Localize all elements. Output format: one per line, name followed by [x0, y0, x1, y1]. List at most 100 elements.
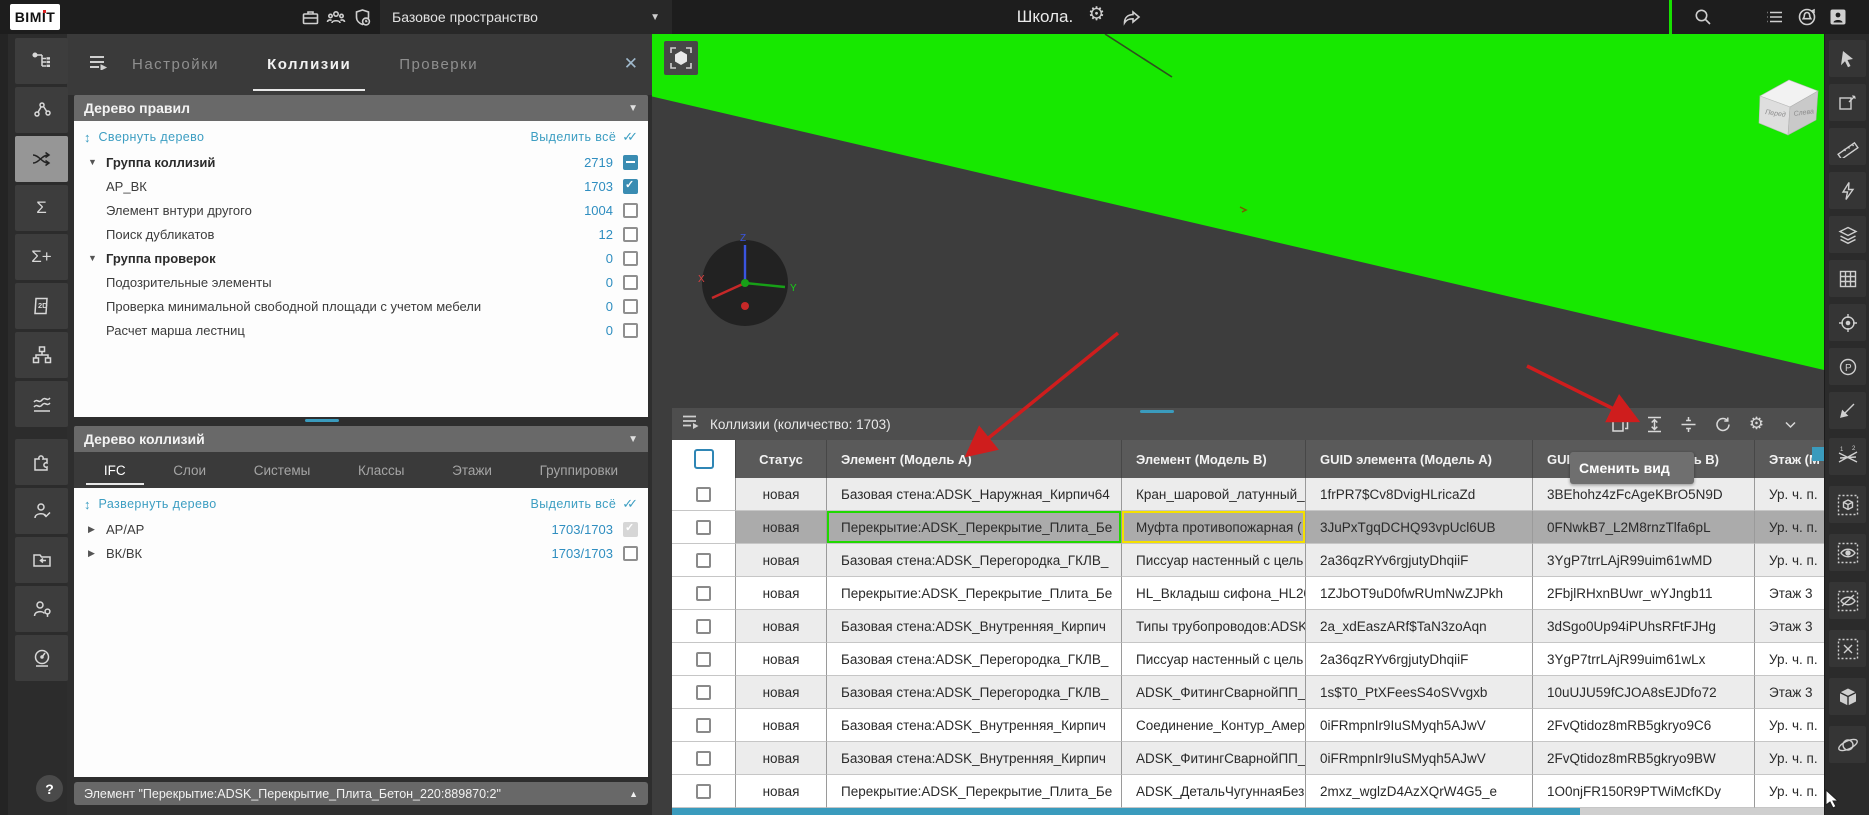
checkbox-indeterminate[interactable]: [623, 155, 638, 170]
refresh-icon[interactable]: [1713, 415, 1732, 434]
table-row[interactable]: новая Базовая стена:ADSK_Перегородка_ГКЛ…: [672, 676, 1824, 709]
tab-settings[interactable]: Настройки: [132, 34, 219, 95]
orbit-icon[interactable]: [1829, 726, 1866, 763]
checkbox-unchecked[interactable]: [623, 275, 638, 290]
rule-tree-item[interactable]: Элемент внтури другого 1004: [74, 198, 648, 222]
table-row[interactable]: новая Базовая стена:ADSK_Перегородка_ГКЛ…: [672, 544, 1824, 577]
table-scroll-chip[interactable]: [1812, 447, 1824, 461]
person-check-icon[interactable]: [15, 488, 68, 534]
split-rows-icon[interactable]: [1679, 415, 1698, 434]
tab-checks[interactable]: Проверки: [399, 34, 478, 95]
select-tool-icon[interactable]: [1829, 40, 1866, 77]
selected-element-bar[interactable]: Элемент "Перекрытие:ADSK_Перекрытие_Плит…: [74, 782, 648, 805]
2d-doc-icon[interactable]: 2D: [15, 283, 68, 329]
column-header-guid-a[interactable]: GUID элемента (Модель A): [1306, 440, 1533, 478]
checkbox-unchecked[interactable]: [696, 718, 711, 733]
collision-tree-header[interactable]: Дерево коллизий ▼: [74, 426, 648, 452]
checkbox-unchecked[interactable]: [696, 619, 711, 634]
sum-plus-icon[interactable]: Σ+: [15, 234, 68, 280]
checkbox-unchecked[interactable]: [623, 299, 638, 314]
team-icon[interactable]: [326, 7, 346, 27]
table-row[interactable]: новая Базовая стена:ADSK_Внутренняя_Кирп…: [672, 742, 1824, 775]
app-logo[interactable]: BIMIT: [10, 4, 60, 30]
clear-selection-icon[interactable]: [1829, 630, 1866, 667]
close-icon[interactable]: ✕: [624, 54, 638, 74]
person-location-icon[interactable]: [15, 586, 68, 632]
collapse-panel-chevron-icon[interactable]: [1781, 415, 1800, 434]
rules-tree-header[interactable]: Дерево правил ▼: [74, 95, 648, 121]
checkbox-checked[interactable]: [623, 179, 638, 194]
table-row[interactable]: новая Перекрытие:ADSK_Перекрытие_Плита_Б…: [672, 775, 1824, 808]
project-settings-gear-icon[interactable]: ⚙: [1088, 3, 1105, 26]
caret-down-icon[interactable]: ▼: [88, 253, 102, 263]
layers-icon[interactable]: [1829, 216, 1866, 253]
checkbox-unchecked[interactable]: [623, 251, 638, 266]
checkbox-unchecked[interactable]: [623, 227, 638, 242]
checkbox-unchecked[interactable]: [696, 586, 711, 601]
settings-gear-icon[interactable]: ⚙: [1747, 415, 1766, 434]
checkbox-unchecked[interactable]: [696, 751, 711, 766]
tab-systems[interactable]: Системы: [254, 463, 311, 478]
table-row-selected[interactable]: новая Перекрытие:ADSK_Перекрытие_Плита_Б…: [672, 511, 1824, 544]
fit-height-icon[interactable]: [1645, 415, 1664, 434]
rule-tree-item[interactable]: Расчет марша лестниц 0: [74, 318, 648, 342]
checkbox-checked-gray[interactable]: [623, 522, 638, 537]
collision-tree-item[interactable]: ▶ ВК/ВК 1703/1703: [74, 541, 648, 565]
sum-icon[interactable]: Σ: [15, 185, 68, 231]
select-all-link[interactable]: Выделить всё: [531, 130, 617, 144]
tab-ifc[interactable]: IFC: [104, 463, 126, 478]
tab-layers[interactable]: Слои: [173, 463, 206, 478]
horizontal-scrollbar[interactable]: [672, 808, 1824, 815]
caret-right-icon[interactable]: ▶: [88, 548, 102, 559]
table-row[interactable]: новая Базовая стена:ADSK_Внутренняя_Кирп…: [672, 610, 1824, 643]
grid-icon[interactable]: [1829, 260, 1866, 297]
rule-tree-item[interactable]: ▼ Группа проверок 0: [74, 246, 648, 270]
checkbox-unchecked[interactable]: [694, 449, 714, 469]
gauge-icon[interactable]: [15, 635, 68, 681]
checkbox-unchecked[interactable]: [696, 553, 711, 568]
scrollbar-thumb[interactable]: [672, 808, 1580, 815]
charts-icon[interactable]: [15, 381, 68, 427]
table-row[interactable]: новая Перекрытие:ADSK_Перекрытие_Плита_Б…: [672, 577, 1824, 610]
checkbox-unchecked[interactable]: [623, 323, 638, 338]
table-row[interactable]: новая Базовая стена:ADSK_Перегородка_ГКЛ…: [672, 643, 1824, 676]
collision-pair-icon[interactable]: 12: [1829, 438, 1866, 475]
column-header-status[interactable]: Статус: [736, 440, 827, 478]
table-row[interactable]: новая Базовая стена:ADSK_Внутренняя_Кирп…: [672, 709, 1824, 742]
collapse-tree-link[interactable]: Свернуть дерево: [99, 130, 205, 144]
structure-tree-icon[interactable]: [15, 38, 68, 84]
solid-cube-icon[interactable]: [1829, 678, 1866, 715]
focus-selection-button[interactable]: [664, 41, 698, 75]
column-header-element-b[interactable]: Элемент (Модель B): [1122, 440, 1306, 478]
rule-tree-item[interactable]: Проверка минимальной свободной площади с…: [74, 294, 648, 318]
checkbox-unchecked[interactable]: [623, 203, 638, 218]
checkbox-unchecked[interactable]: [696, 487, 711, 502]
column-header-element-a[interactable]: Элемент (Модель A): [827, 440, 1122, 478]
rule-tree-item[interactable]: Подозрительные элементы 0: [74, 270, 648, 294]
checkbox-unchecked[interactable]: [696, 784, 711, 799]
plugins-puzzle-icon[interactable]: [15, 439, 68, 485]
node-link-icon[interactable]: [15, 87, 68, 133]
plan-icon[interactable]: P: [1829, 348, 1866, 385]
collision-tree-item[interactable]: ▶ АР/АР 1703/1703: [74, 517, 648, 541]
briefcase-icon[interactable]: [300, 7, 320, 27]
hierarchy-icon[interactable]: [15, 332, 68, 378]
section-lightning-icon[interactable]: [1829, 172, 1866, 209]
target-icon[interactable]: [1829, 304, 1866, 341]
folder-import-icon[interactable]: [15, 537, 68, 583]
user-icon[interactable]: [1828, 7, 1848, 27]
help-button[interactable]: ?: [36, 775, 63, 802]
selection-box-icon[interactable]: [1829, 486, 1866, 523]
expand-tree-link[interactable]: Развернуть дерево: [99, 497, 217, 511]
rule-tree-item[interactable]: ▼ Группа коллизий 2719: [74, 150, 648, 174]
hide-eye-icon[interactable]: [1829, 582, 1866, 619]
checkbox-unchecked[interactable]: [696, 685, 711, 700]
tab-floors[interactable]: Этажи: [452, 463, 492, 478]
workspace-selector[interactable]: Базовое пространство ▼: [380, 0, 672, 34]
collisions-tool-icon[interactable]: [15, 136, 68, 182]
checkbox-unchecked[interactable]: [696, 520, 711, 535]
panel-splitter-handle[interactable]: [305, 419, 339, 422]
measure-icon[interactable]: [1829, 128, 1866, 165]
checkbox-unchecked[interactable]: [696, 652, 711, 667]
notifications-sync-icon[interactable]: [1797, 7, 1817, 27]
